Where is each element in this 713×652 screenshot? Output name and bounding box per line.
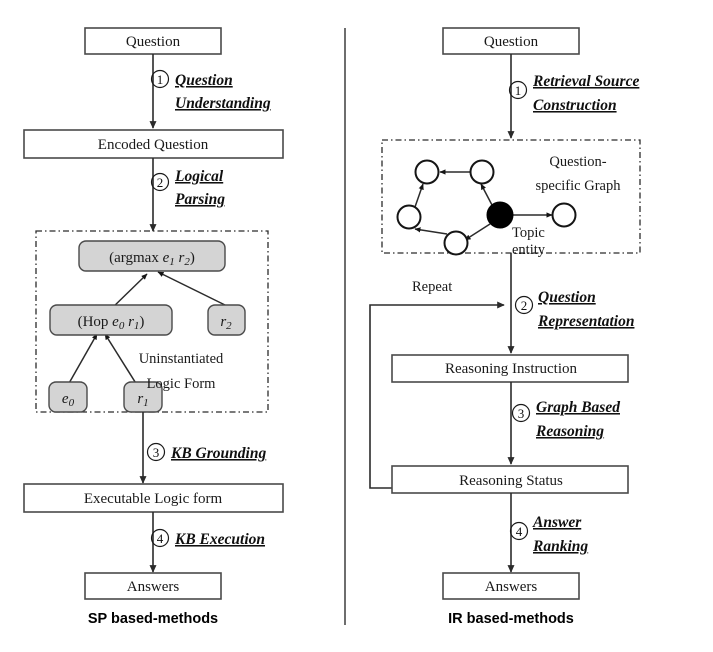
ir-step-4-line1: Answer — [532, 514, 582, 531]
ir-step-3-num: 3 — [518, 406, 525, 421]
ir-step-2-num: 2 — [521, 298, 528, 313]
ir-step-4-line2: Ranking — [532, 538, 588, 555]
ir-step-3-line1: Graph Based — [536, 399, 620, 416]
sp-step-3-line1: KB Grounding — [170, 445, 266, 462]
sp-logic-node-e0: e0 — [48, 381, 88, 413]
ir-graph-node-6 — [551, 202, 577, 228]
ir-graph-edge-2 — [414, 183, 424, 208]
sp-step-4-num: 4 — [157, 531, 164, 546]
sp-step-1-line1: Question — [175, 72, 233, 89]
sp-logic-node-r2: r2 — [207, 304, 246, 336]
sp-node-question: Question — [84, 27, 222, 55]
ir-node-question: Question — [442, 27, 580, 55]
sp-node-question-label: Question — [126, 34, 181, 50]
ir-graph-edge-5 — [480, 183, 493, 206]
ir-panel-caption: IR based-methods — [448, 611, 574, 627]
ir-node-reasoning-status-label: Reasoning Status — [459, 473, 563, 489]
ir-node-reasoning-status: Reasoning Status — [391, 465, 629, 494]
sp-step-2-line2: Parsing — [175, 191, 225, 208]
ir-node-reasoning-instruction-label: Reasoning Instruction — [445, 361, 578, 377]
sp-node-executable-logic-form: Executable Logic form — [23, 483, 284, 513]
sp-step-3-num: 3 — [153, 445, 160, 460]
sp-node-executable-logic-form-label: Executable Logic form — [84, 491, 223, 507]
ir-node-answers: Answers — [442, 572, 580, 600]
ir-graph-node-3 — [396, 204, 422, 230]
ir-graph-node-4 — [443, 230, 469, 256]
sp-tree-edge-e0-hop — [67, 333, 98, 386]
ir-step-1-num: 1 — [515, 83, 522, 98]
ir-graph-node-topic-entity — [486, 201, 514, 229]
ir-graph-annotation-line1: Question- — [549, 154, 606, 170]
ir-node-answers-label: Answers — [485, 579, 538, 595]
sp-step-2-num: 2 — [157, 175, 164, 190]
sp-panel-caption: SP based-methods — [88, 611, 218, 627]
sp-logic-form-annotation-line1: Uninstantiated — [139, 351, 224, 367]
ir-graph-node-1 — [414, 159, 440, 185]
sp-logic-node-root-label: (argmax e1 r2) — [109, 250, 195, 268]
ir-step-2-line1: Question — [538, 289, 596, 306]
sp-logic-node-root: (argmax e1 r2) — [78, 240, 226, 272]
sp-step-4: 4 KB Execution — [150, 528, 265, 548]
ir-step-4: 4 Answer Ranking — [509, 514, 588, 555]
ir-step-1: 1 Retrieval Source Construction — [508, 73, 639, 114]
sp-node-encoded-question-label: Encoded Question — [98, 137, 209, 153]
ir-step-3-line2: Reasoning — [535, 423, 604, 440]
sp-step-3: 3 KB Grounding — [146, 442, 266, 462]
ir-repeat-label: Repeat — [412, 279, 452, 295]
ir-topic-entity-label-line1: Topic — [512, 225, 545, 241]
sp-step-1-num: 1 — [157, 72, 164, 87]
ir-step-1-line1: Retrieval Source — [532, 73, 639, 90]
sp-node-answers: Answers — [84, 572, 222, 600]
sp-step-2: 2 Logical Parsing — [150, 168, 225, 208]
ir-step-2: 2 Question Representation — [514, 289, 634, 330]
sp-logic-node-hop: (Hop e0 r1) — [49, 304, 173, 336]
sp-node-answers-label: Answers — [127, 579, 180, 595]
diagram-svg: Question 1 Question Understanding Encode… — [23, 27, 641, 627]
sp-tree-edge-r1-hop — [104, 333, 138, 386]
ir-step-3: 3 Graph Based Reasoning — [511, 399, 620, 440]
figure-canvas: Question 1 Question Understanding Encode… — [0, 0, 713, 652]
ir-node-reasoning-instruction: Reasoning Instruction — [391, 354, 629, 383]
ir-repeat-loop — [369, 301, 505, 489]
ir-node-question-label: Question — [484, 34, 539, 50]
ir-step-1-line2: Construction — [533, 97, 617, 114]
ir-step-4-num: 4 — [516, 524, 523, 539]
ir-step-2-line2: Representation — [537, 313, 634, 330]
sp-logic-form-annotation-line2: Logic Form — [147, 376, 217, 392]
sp-step-4-line1: KB Execution — [174, 531, 265, 548]
ir-graph-node-2 — [469, 159, 495, 185]
ir-graph-annotation-line2: specific Graph — [536, 178, 622, 194]
sp-node-encoded-question: Encoded Question — [23, 129, 284, 159]
sp-step-2-line1: Logical — [174, 168, 224, 185]
sp-step-1-line2: Understanding — [175, 95, 271, 112]
sp-step-1: 1 Question Understanding — [150, 69, 271, 112]
ir-graph-edge-3 — [414, 227, 448, 235]
ir-topic-entity-label-line2: entity — [512, 242, 546, 258]
sp-tree-edge-r2-root — [157, 271, 226, 306]
ir-graph-edge-4 — [464, 223, 491, 241]
